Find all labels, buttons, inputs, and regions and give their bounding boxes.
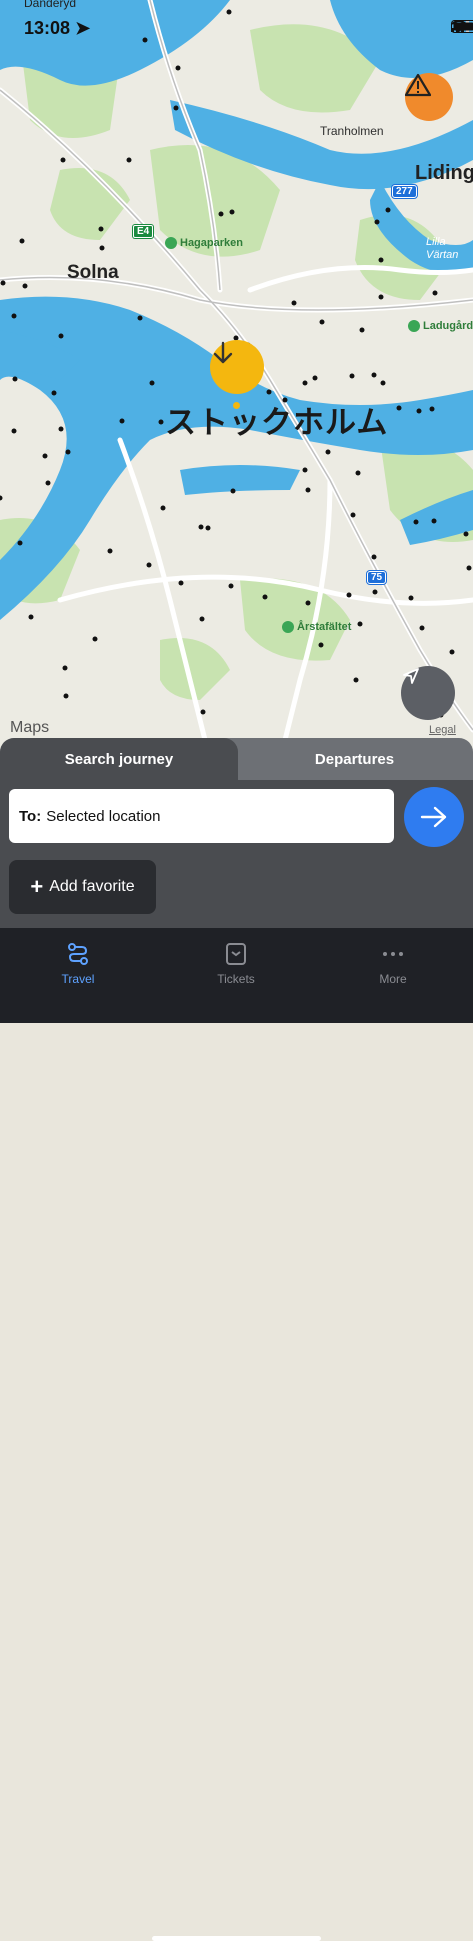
clock: 13:08 ➤ xyxy=(24,18,90,39)
city-label: ストックホルム xyxy=(165,397,388,442)
apple-maps-logo: Maps xyxy=(10,719,49,737)
maps-logo-text: Maps xyxy=(10,719,49,736)
ticket-icon xyxy=(225,942,247,966)
route-shield-75: 75 xyxy=(367,571,386,584)
more-icon xyxy=(381,942,405,966)
poi-ladugard-label: Ladugård xyxy=(423,320,473,332)
time-text: 13:08 xyxy=(24,18,70,38)
add-favorite-button[interactable]: + Add favorite xyxy=(9,860,156,914)
bottom-tab-bar: Travel Tickets More xyxy=(0,928,473,1023)
journey-panel: Departures Search journey To: Selected l… xyxy=(0,738,473,928)
poi-ladugard: Ladugård xyxy=(408,320,473,332)
home-indicator xyxy=(152,1936,321,1941)
route-shield-e4: E4 xyxy=(133,225,153,238)
my-location-button[interactable] xyxy=(401,666,455,720)
search-panel-body: To: Selected location + Add favorite xyxy=(0,780,473,928)
carrier-label: Danderyd xyxy=(24,0,76,10)
route-shield-277: 277 xyxy=(392,185,417,198)
to-prefix: To: xyxy=(19,808,41,825)
place-label-lidingo: Liding xyxy=(415,162,473,185)
park-icon xyxy=(408,320,420,332)
panel-tabs: Departures Search journey xyxy=(0,738,473,780)
tabbar-tickets[interactable]: Tickets xyxy=(196,942,276,986)
location-arrow-icon: ➤ xyxy=(75,18,90,38)
park-icon xyxy=(282,621,294,633)
disruption-warning-button[interactable] xyxy=(405,73,453,121)
destination-field[interactable]: To: Selected location xyxy=(9,789,394,843)
tabbar-tickets-label: Tickets xyxy=(217,972,255,986)
warning-icon xyxy=(405,73,431,97)
route-icon xyxy=(66,942,90,966)
park-icon xyxy=(165,237,177,249)
destination-value: Selected location xyxy=(46,808,160,825)
poi-hagaparken-label: Hagaparken xyxy=(180,237,243,249)
battery-icon xyxy=(451,20,473,33)
poi-hagaparken: Hagaparken xyxy=(165,237,243,249)
poi-arstafaltet-label: Årstafältet xyxy=(297,621,351,633)
place-label-tranholmen: Tranholmen xyxy=(320,124,384,138)
place-label-lilla-vartan: Lilla Värtan xyxy=(426,236,458,262)
pin-anchor-dot xyxy=(233,402,240,409)
search-go-button[interactable] xyxy=(404,787,464,847)
map-view[interactable]: Danderyd 13:08 ➤ Tranholmen Liding Lilla… xyxy=(0,0,473,760)
tabbar-more[interactable]: More xyxy=(353,942,433,986)
tab-search-journey[interactable]: Search journey xyxy=(0,738,238,780)
legal-link[interactable]: Legal xyxy=(429,724,456,736)
status-bar: Danderyd 13:08 ➤ xyxy=(0,0,473,44)
tab-departures[interactable]: Departures xyxy=(236,738,473,780)
arrow-down-icon xyxy=(210,340,236,366)
place-label-solna: Solna xyxy=(67,262,119,284)
plus-icon: + xyxy=(30,876,43,898)
tabbar-more-label: More xyxy=(379,972,406,986)
tabbar-travel[interactable]: Travel xyxy=(38,942,118,986)
arrow-right-icon xyxy=(420,805,448,829)
tabbar-travel-label: Travel xyxy=(62,972,95,986)
add-favorite-label: Add favorite xyxy=(49,878,134,896)
selected-location-pin[interactable] xyxy=(210,340,264,394)
location-arrow-icon xyxy=(401,666,421,686)
poi-arstafaltet: Årstafältet xyxy=(282,621,351,633)
